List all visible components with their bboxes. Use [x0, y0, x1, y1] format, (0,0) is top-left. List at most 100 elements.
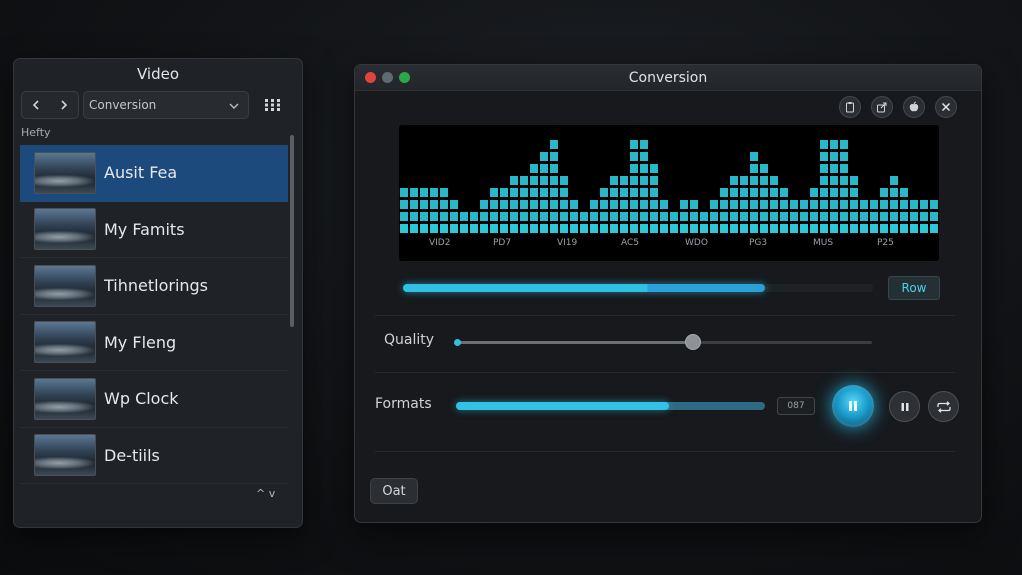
spectrum-label: PD7 — [493, 238, 512, 248]
spectrum-bar — [620, 176, 628, 233]
spectrum-label: PG3 — [749, 238, 768, 248]
audio-spectrum: VID2 PD7 VI19 AC5 WDO PG3 MUS P25 — [399, 125, 939, 261]
spectrum-label: VI19 — [557, 238, 578, 248]
file-name: Ausit Fea — [104, 163, 178, 183]
formats-slider[interactable] — [456, 402, 765, 410]
spectrum-bar — [480, 200, 488, 233]
apple-button[interactable] — [903, 96, 925, 118]
quality-slider-thumb[interactable] — [685, 334, 702, 350]
pause-icon — [901, 402, 908, 411]
sort-arrows[interactable]: ^ v — [256, 487, 275, 500]
spectrum-bar — [670, 212, 678, 233]
spectrum-bar — [730, 176, 738, 233]
spectrum-bar — [840, 140, 848, 233]
video-thumbnail — [34, 264, 96, 307]
pause-icon — [849, 401, 857, 411]
spectrum-bar — [760, 164, 768, 233]
close-icon — [941, 102, 951, 112]
spectrum-bar — [830, 140, 838, 233]
spectrum-label: AC5 — [621, 238, 640, 248]
formats-slider-fill — [456, 402, 670, 410]
format-chip[interactable]: 087 — [777, 397, 815, 415]
scrollbar[interactable] — [290, 135, 294, 327]
spectrum-bar — [570, 200, 578, 233]
spectrum-bar — [540, 152, 548, 233]
spectrum-bar — [430, 188, 438, 233]
chevron-down-icon — [229, 103, 239, 109]
file-name: My Fleng — [104, 332, 177, 352]
spectrum-bar — [610, 176, 618, 233]
spectrum-bar — [410, 188, 418, 233]
spectrum-bar — [600, 188, 608, 233]
share-button[interactable] — [871, 96, 893, 118]
spectrum-bar — [450, 200, 458, 233]
spectrum-bar — [680, 200, 688, 233]
progress-fill — [403, 284, 765, 292]
spectrum-bar — [520, 176, 528, 233]
spectrum-bar — [580, 212, 588, 233]
spectrum-bar — [910, 200, 918, 233]
file-list-item[interactable]: Wp Clock — [20, 371, 288, 428]
clipboard-icon — [846, 102, 854, 113]
quality-slider-fill — [456, 341, 694, 344]
file-name: My Famits — [104, 219, 185, 239]
file-list-item[interactable]: My Famits — [20, 202, 288, 258]
file-name: De-tiils — [104, 445, 160, 465]
spectrum-bar — [460, 212, 468, 233]
spectrum-bar — [800, 200, 808, 233]
file-list-item[interactable]: My Fleng — [20, 315, 288, 371]
repeat-icon — [936, 400, 951, 413]
spectrum-bar — [690, 200, 698, 233]
spectrum-bar — [660, 200, 668, 233]
spectrum-bar — [900, 188, 908, 233]
grid-view-button[interactable] — [257, 91, 289, 119]
pause-button[interactable] — [889, 391, 920, 422]
spectrum-bar — [630, 140, 638, 233]
spectrum-label: WDO — [685, 238, 708, 248]
back-button[interactable] — [22, 92, 50, 118]
quality-slider[interactable] — [454, 334, 872, 350]
forward-button[interactable] — [50, 92, 78, 118]
nav-buttons — [21, 91, 79, 119]
repeat-button[interactable] — [928, 391, 959, 422]
category-dropdown[interactable]: Conversion — [83, 91, 249, 119]
conversion-window: Conversion VID2 PD7 VI19 AC5 WDO PG3 MUS P25 Ro… — [354, 64, 982, 523]
row-button[interactable]: Row — [888, 276, 940, 300]
spectrum-bar — [850, 176, 858, 233]
spectrum-bar — [490, 188, 498, 233]
spectrum-bar — [750, 152, 758, 233]
file-name: Tihnetlorings — [104, 276, 209, 296]
panel-title: Video — [136, 65, 180, 83]
file-list-item[interactable]: De-tiils — [20, 428, 288, 484]
spectrum-bar — [790, 200, 798, 233]
share-icon — [877, 102, 887, 113]
spectrum-bar — [500, 188, 508, 233]
spectrum-bar — [550, 140, 558, 233]
title-bar: Conversion — [355, 65, 981, 91]
video-thumbnail — [34, 434, 96, 477]
spectrum-bar — [710, 200, 718, 233]
spectrum-bars — [400, 140, 938, 233]
file-list-item[interactable]: Tihnetlorings — [20, 258, 288, 315]
spectrum-bar — [880, 188, 888, 233]
clipboard-button[interactable] — [839, 96, 861, 118]
video-panel: Video Conversion Hefty Ausit Fea My Famit… — [13, 58, 303, 528]
spectrum-bar — [700, 212, 708, 233]
file-list-item[interactable]: Ausit Fea — [20, 145, 288, 202]
chevron-right-icon — [61, 100, 68, 110]
dropdown-value: Conversion — [89, 98, 157, 112]
grid-icon — [265, 99, 280, 111]
oat-button[interactable]: Oat — [370, 478, 418, 504]
play-pause-button[interactable] — [832, 385, 874, 427]
spectrum-bar — [470, 212, 478, 233]
spectrum-bar — [870, 200, 878, 233]
conversion-progress[interactable] — [403, 284, 873, 292]
spectrum-label: MUS — [813, 238, 834, 248]
divider — [375, 451, 955, 452]
spectrum-bar — [510, 176, 518, 233]
section-label: Hefty — [21, 126, 51, 139]
chevron-left-icon — [32, 100, 39, 110]
close-button[interactable] — [935, 96, 957, 118]
spectrum-bar — [400, 188, 408, 233]
spectrum-bar — [440, 188, 448, 233]
